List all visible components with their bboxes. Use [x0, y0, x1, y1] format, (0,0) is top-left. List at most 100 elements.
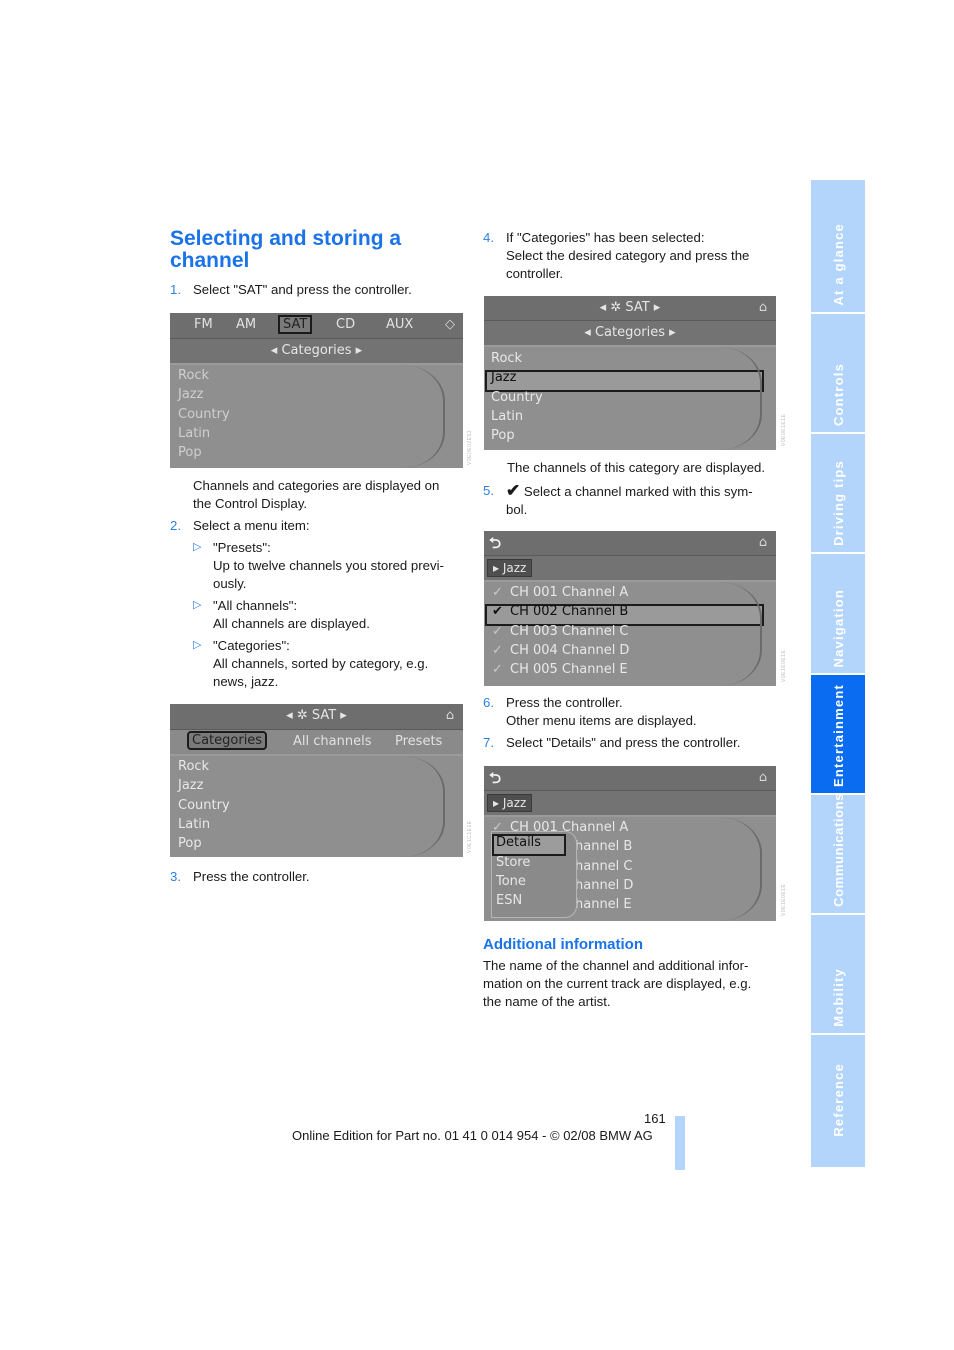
- list-item[interactable]: Pop: [491, 428, 515, 443]
- tab-am[interactable]: AM: [236, 317, 256, 332]
- image-code: V0E0E02E53: [467, 429, 473, 465]
- side-tab-label: Navigation: [830, 588, 846, 667]
- paragraph: Channels and categories are displayed on…: [193, 478, 440, 511]
- step-number: 3.: [170, 869, 181, 884]
- side-tab-communications[interactable]: Communications: [811, 793, 865, 913]
- controller-icon: ⌂: [445, 708, 455, 723]
- side-tab-entertainment[interactable]: Entertainment: [811, 675, 865, 793]
- controller-icon: ⌂: [758, 535, 768, 550]
- source-tab-bar: FM AM SAT CD AUX ◇: [170, 313, 463, 339]
- breadcrumb[interactable]: ▸ Jazz: [487, 559, 533, 577]
- step-number: 7.: [483, 735, 494, 750]
- channel-item[interactable]: hannel C: [575, 859, 633, 874]
- side-tab-driving-tips[interactable]: Driving tips: [811, 434, 865, 552]
- list-item[interactable]: Rock: [491, 351, 522, 366]
- list-item[interactable]: Latin: [491, 409, 523, 424]
- tab-all-channels[interactable]: All channels: [293, 734, 371, 749]
- checkmark-icon: ✓: [492, 662, 503, 677]
- category-list: Rock Jazz Country Latin Pop: [170, 756, 463, 857]
- arrow-right-icon: ▸: [336, 708, 347, 723]
- step-number: 2.: [170, 518, 181, 533]
- side-tab-label: Driving tips: [830, 460, 846, 546]
- screen-sat-menu: ◂ ✲ SAT ▸ ⌂ Categories All channels Pres…: [170, 704, 463, 857]
- list-item[interactable]: Latin: [178, 817, 210, 832]
- checkmark-icon: ✔: [492, 604, 503, 619]
- arrow-left-icon: ◂: [286, 708, 297, 723]
- side-tab-controls[interactable]: Controls: [811, 314, 865, 432]
- category-list: Rock Jazz Country Latin Pop: [484, 347, 776, 450]
- step-number: 1.: [170, 282, 181, 297]
- step-number: 5.: [483, 483, 494, 498]
- scroll-arc: [720, 582, 762, 686]
- step-text: Select "Details" and press the controlle…: [506, 735, 741, 750]
- checkmark-icon: ✓: [492, 585, 503, 600]
- triangle-bullet-icon: ▷: [193, 599, 202, 611]
- list-item[interactable]: Country: [178, 798, 230, 813]
- list-item[interactable]: Rock: [178, 368, 209, 383]
- tab-bar: Categories All channels Presets: [170, 730, 463, 756]
- breadcrumb[interactable]: ▸ Jazz: [487, 794, 533, 812]
- side-tab-label: Reference: [830, 1063, 846, 1137]
- side-tab-navigation[interactable]: Navigation: [811, 554, 865, 673]
- paragraph: The channels of this category are displa…: [507, 460, 766, 475]
- channel-item[interactable]: hannel D: [575, 878, 633, 893]
- channel-item[interactable]: ✓ CH 001 Channel A: [492, 585, 628, 600]
- section-heading: Additional information: [483, 936, 643, 953]
- popup-item-store[interactable]: Store: [496, 855, 530, 870]
- list-item[interactable]: Latin: [178, 426, 210, 441]
- checkmark-icon: ✓: [492, 643, 503, 658]
- tab-fm[interactable]: FM: [194, 317, 213, 332]
- channel-item[interactable]: hannel B: [575, 839, 632, 854]
- screen-channel-options: ⮌ ⌂ ▸ Jazz ✓ CH 001 Channel A hannel B ha…: [484, 766, 776, 921]
- channel-list: ✓ CH 001 Channel A hannel B hannel C hann…: [484, 817, 776, 921]
- side-tab-label: At a glance: [830, 223, 846, 306]
- side-tab-label: Controls: [830, 362, 846, 426]
- list-item[interactable]: Pop: [178, 445, 202, 460]
- header-bar: ⮌ ⌂: [484, 531, 776, 556]
- scroll-arc: [720, 817, 762, 921]
- arrow-left-icon: ◂: [599, 300, 611, 315]
- header-bar: ⮌ ⌂: [484, 766, 776, 791]
- list-item[interactable]: Rock: [178, 759, 209, 774]
- channel-item[interactable]: ✓ CH 003 Channel C: [492, 624, 629, 639]
- channel-item[interactable]: ✓ CH 004 Channel D: [492, 643, 629, 658]
- step-text: Select "SAT" and press the controller.: [193, 282, 412, 297]
- screen-channel-list: ⮌ ⌂ ▸ Jazz ✓ CH 001 Channel A ✔ CH 002 Cha…: [484, 531, 776, 686]
- step-text: Press the controller.: [193, 869, 310, 884]
- channel-item[interactable]: ✓ CH 005 Channel E: [492, 662, 628, 677]
- scroll-arc: [720, 347, 762, 450]
- popup-item-details[interactable]: Details: [496, 835, 541, 850]
- back-icon[interactable]: ⮌: [489, 771, 509, 786]
- channel-list: ✓ CH 001 Channel A ✔ CH 002 Channel B ✓ CH …: [484, 582, 776, 686]
- image-code: V0E1E0E1E: [781, 649, 787, 682]
- list-item[interactable]: Jazz: [178, 387, 203, 402]
- popup-item-tone[interactable]: Tone: [496, 874, 526, 889]
- screen-categories: ◂ ✲ SAT ▸ ⌂ ◂ Categories ▸ Rock Jazz Cou…: [484, 296, 776, 450]
- tab-sat[interactable]: SAT: [278, 315, 313, 334]
- header-bar: ◂ ✲ SAT ▸ ⌂: [170, 704, 463, 730]
- channel-item[interactable]: hannel E: [575, 897, 632, 912]
- side-tab-at-a-glance[interactable]: At a glance: [811, 180, 865, 312]
- list-item[interactable]: Pop: [178, 836, 202, 851]
- tab-presets[interactable]: Presets: [395, 734, 442, 749]
- back-icon[interactable]: ⮌: [489, 536, 509, 551]
- breadcrumb-bar: ▸ Jazz: [484, 791, 776, 817]
- step-number: 4.: [483, 230, 494, 245]
- list-item[interactable]: Country: [178, 407, 230, 422]
- tab-categories[interactable]: Categories: [187, 731, 268, 750]
- submenu-label[interactable]: Categories: [595, 325, 665, 340]
- image-code: V0E0E1E1E: [781, 413, 787, 446]
- list-item[interactable]: Jazz: [178, 778, 203, 793]
- tab-cd[interactable]: CD: [336, 317, 355, 332]
- list-item[interactable]: Country: [491, 390, 543, 405]
- channel-item-selected[interactable]: ✔ CH 002 Channel B: [492, 604, 628, 619]
- image-code: V0E1E0E1E: [781, 883, 787, 916]
- submenu-label[interactable]: Categories: [281, 343, 351, 358]
- footer-marker-bar: [675, 1116, 685, 1170]
- tab-aux[interactable]: AUX: [386, 317, 413, 332]
- arrow-right-icon: ▸: [665, 325, 676, 340]
- side-tab-reference[interactable]: Reference: [811, 1035, 865, 1167]
- list-item-selected[interactable]: Jazz: [491, 370, 516, 385]
- side-tab-mobility[interactable]: Mobility: [811, 915, 865, 1033]
- popup-item-esn[interactable]: ESN: [496, 893, 522, 908]
